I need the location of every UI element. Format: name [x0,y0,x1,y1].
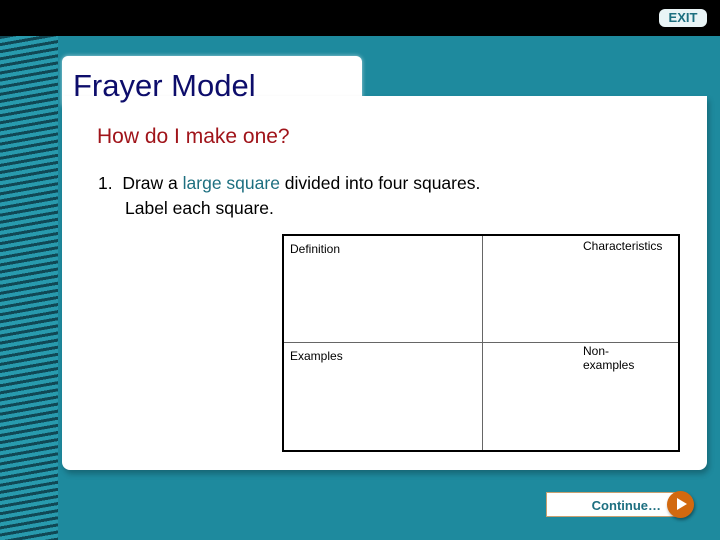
non-examples-cell: Non-examples [483,343,678,450]
step-line2: Label each square. [125,198,274,218]
top-bar [0,0,720,36]
non-examples-label-2: examples [583,358,635,372]
definition-label: Definition [290,242,341,256]
step-number: 1. [98,173,113,193]
continue-button[interactable]: Continue… [546,492,676,517]
notebook-spiral [0,36,58,540]
question-heading: How do I make one? [97,125,290,148]
frayer-grid: Definition Characteristics Examples Non-… [282,234,680,452]
characteristics-cell: Characteristics [483,236,678,343]
non-examples-label-1: Non- [583,344,610,358]
step-text: 1. Draw a large square divided into four… [98,171,480,221]
examples-label: Examples [290,349,343,363]
page-title: Frayer Model [73,68,256,103]
play-arrow-icon[interactable] [667,491,694,518]
exit-button[interactable]: EXIT [659,9,707,27]
characteristics-label: Characteristics [583,239,663,253]
step-highlight: large square [182,173,280,193]
step-post: divided into four squares. [279,173,481,193]
examples-cell: Examples [284,343,483,450]
definition-cell: Definition [284,236,483,343]
step-pre: Draw a [122,173,183,193]
